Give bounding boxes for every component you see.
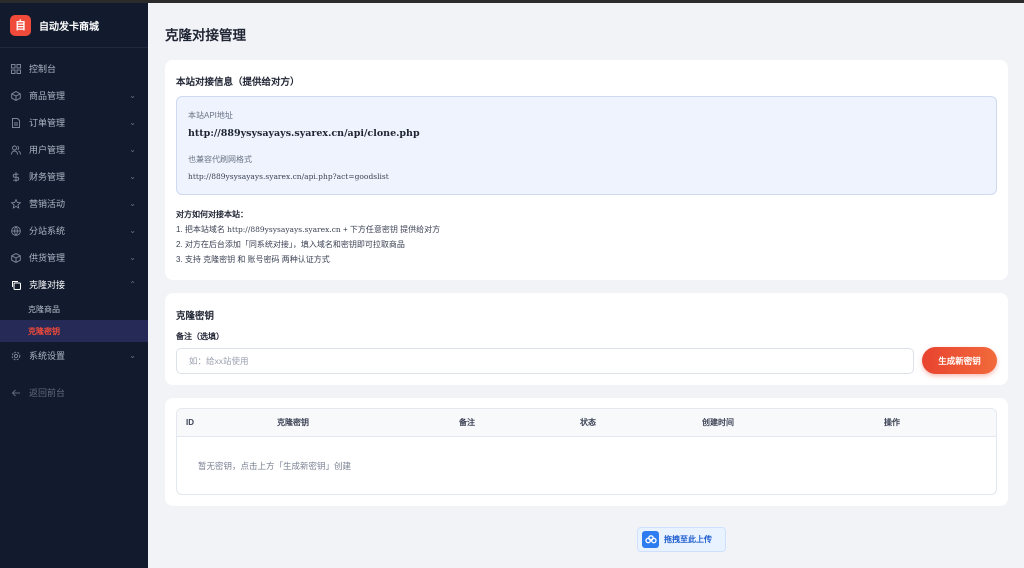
chevron-down-icon: ⌄ — [129, 91, 136, 100]
chevron-down-icon: ⌄ — [129, 145, 136, 154]
column-header-note[interactable]: 备注 — [459, 409, 475, 437]
arrow-left-icon — [10, 387, 22, 399]
api-url[interactable]: http://889ysysayays.syarex.cn/api/clone.… — [188, 128, 420, 139]
sidebar-item-supply[interactable]: 供货管理 ⌄ — [0, 244, 148, 271]
sidebar-item-label: 营销活动 — [29, 199, 66, 209]
column-header-id[interactable]: ID — [186, 409, 194, 437]
sidebar-item-marketing[interactable]: 营销活动 ⌄ — [0, 190, 148, 217]
sidebar-item-products[interactable]: 商品管理 ⌄ — [0, 82, 148, 109]
chevron-down-icon: ⌄ — [129, 118, 136, 127]
dollar-icon — [10, 171, 22, 183]
howto-step-1: 1. 把本站域名 http://889ysysayays.syarex.cn +… — [176, 222, 440, 237]
howto-step-2: 2. 对方在后台添加「同系统对接」，填入域名和密钥即可拉取商品 — [176, 240, 405, 249]
sidebar-item-label: 订单管理 — [29, 118, 66, 128]
sidebar-subitem-clone-products[interactable]: 克隆商品 — [0, 298, 148, 320]
drag-upload-button[interactable]: 拖拽至此上传 — [637, 527, 726, 552]
copy-icon — [10, 279, 22, 291]
step-text: + 下方任意密钥 提供给对方 — [340, 225, 441, 234]
sidebar-item-label: 商品管理 — [29, 91, 66, 101]
sidebar-subitem-clone-keys[interactable]: 克隆密钥 — [0, 320, 148, 342]
clone-keys-card: 克隆密钥 备注（选填） 生成新密钥 — [165, 293, 1008, 385]
star-icon — [10, 198, 22, 210]
keys-table: ID 克隆密钥 备注 状态 创建时间 操作 暂无密钥，点击上方「生成新密钥」创建 — [176, 408, 997, 495]
howto-step-3: 3. 支持 克隆密钥 和 账号密码 两种认证方式 — [176, 255, 330, 264]
sidebar-separator — [0, 369, 148, 379]
sidebar-item-label: 返回前台 — [29, 388, 66, 398]
sidebar-item-settings[interactable]: 系统设置 ⌄ — [0, 342, 148, 369]
sidebar-item-back[interactable]: 返回前台 — [0, 379, 148, 406]
box-icon — [10, 90, 22, 102]
column-header-key[interactable]: 克隆密钥 — [277, 409, 309, 437]
sidebar-item-finance[interactable]: 财务管理 ⌄ — [0, 163, 148, 190]
sidebar-item-substation[interactable]: 分站系统 ⌄ — [0, 217, 148, 244]
howto-instructions: 对方如何对接本站： 1. 把本站域名 http://889ysysayays.s… — [176, 207, 440, 267]
package-icon — [10, 252, 22, 264]
api-info-box: 本站API地址 http://889ysysayays.syarex.cn/ap… — [176, 96, 997, 195]
howto-title: 对方如何对接本站： — [176, 210, 248, 219]
sidebar-item-label: 用户管理 — [29, 145, 66, 155]
page-title: 克隆对接管理 — [165, 28, 246, 43]
chevron-down-icon: ⌄ — [129, 226, 136, 235]
sidebar-item-label: 系统设置 — [29, 351, 66, 361]
brand-title: 自动发卡商城 — [39, 21, 99, 33]
keys-table-card: ID 克隆密钥 备注 状态 创建时间 操作 暂无密钥，点击上方「生成新密钥」创建 — [165, 398, 1008, 506]
main-content: 克隆对接管理 本站对接信息（提供给对方） 本站API地址 http://889y… — [148, 3, 1024, 568]
step-domain: http://889ysysayays.syarex.cn — [227, 225, 341, 234]
note-label: 备注（选填） — [176, 332, 224, 341]
chevron-up-icon: ⌃ — [129, 280, 136, 289]
document-icon — [10, 117, 22, 129]
upload-label: 拖拽至此上传 — [664, 535, 712, 544]
chevron-down-icon: ⌄ — [129, 253, 136, 262]
sidebar-item-label: 克隆对接 — [29, 280, 66, 290]
sidebar-item-label: 分站系统 — [29, 226, 66, 236]
card-title: 本站对接信息（提供给对方） — [176, 77, 300, 88]
column-header-status[interactable]: 状态 — [580, 409, 596, 437]
compat-label: 也兼容代刷网格式 — [188, 155, 252, 164]
chevron-down-icon: ⌄ — [129, 351, 136, 360]
sidebar: 自 自动发卡商城 控制台 商品管理 ⌄ 订单管理 ⌄ 用户管理 ⌄ 财务管理 ⌄ — [0, 3, 148, 568]
note-input[interactable] — [176, 348, 914, 374]
sidebar-nav: 控制台 商品管理 ⌄ 订单管理 ⌄ 用户管理 ⌄ 财务管理 ⌄ 营销活动 ⌄ 分… — [0, 48, 148, 406]
brand-logo: 自 — [10, 14, 31, 36]
window-top-border — [0, 0, 1024, 3]
sidebar-item-label: 供货管理 — [29, 253, 66, 263]
generate-key-button[interactable]: 生成新密钥 — [922, 347, 997, 374]
site-info-card: 本站对接信息（提供给对方） 本站API地址 http://889ysysayay… — [165, 60, 1008, 280]
column-header-actions[interactable]: 操作 — [884, 409, 900, 437]
empty-state: 暂无密钥，点击上方「生成新密钥」创建 — [198, 461, 352, 471]
table-header: ID 克隆密钥 备注 状态 创建时间 操作 — [177, 409, 996, 437]
api-label: 本站API地址 — [188, 111, 233, 120]
gear-icon — [10, 350, 22, 362]
chevron-down-icon: ⌄ — [129, 172, 136, 181]
compat-url[interactable]: http://889ysysayays.syarex.cn/api.php?ac… — [188, 172, 389, 181]
sidebar-item-orders[interactable]: 订单管理 ⌄ — [0, 109, 148, 136]
dashboard-icon — [10, 63, 22, 75]
sidebar-item-dashboard[interactable]: 控制台 — [0, 55, 148, 82]
sidebar-item-users[interactable]: 用户管理 ⌄ — [0, 136, 148, 163]
brand[interactable]: 自 自动发卡商城 — [0, 3, 148, 48]
cloud-upload-icon — [642, 531, 659, 548]
sidebar-item-label: 财务管理 — [29, 172, 66, 182]
chevron-down-icon: ⌄ — [129, 199, 136, 208]
column-header-created[interactable]: 创建时间 — [702, 409, 734, 437]
sidebar-item-clone[interactable]: 克隆对接 ⌃ — [0, 271, 148, 298]
step-text: 1. 把本站域名 — [176, 225, 228, 234]
users-icon — [10, 144, 22, 156]
card-title: 克隆密钥 — [176, 311, 215, 322]
sidebar-item-label: 控制台 — [29, 64, 57, 74]
globe-icon — [10, 225, 22, 237]
